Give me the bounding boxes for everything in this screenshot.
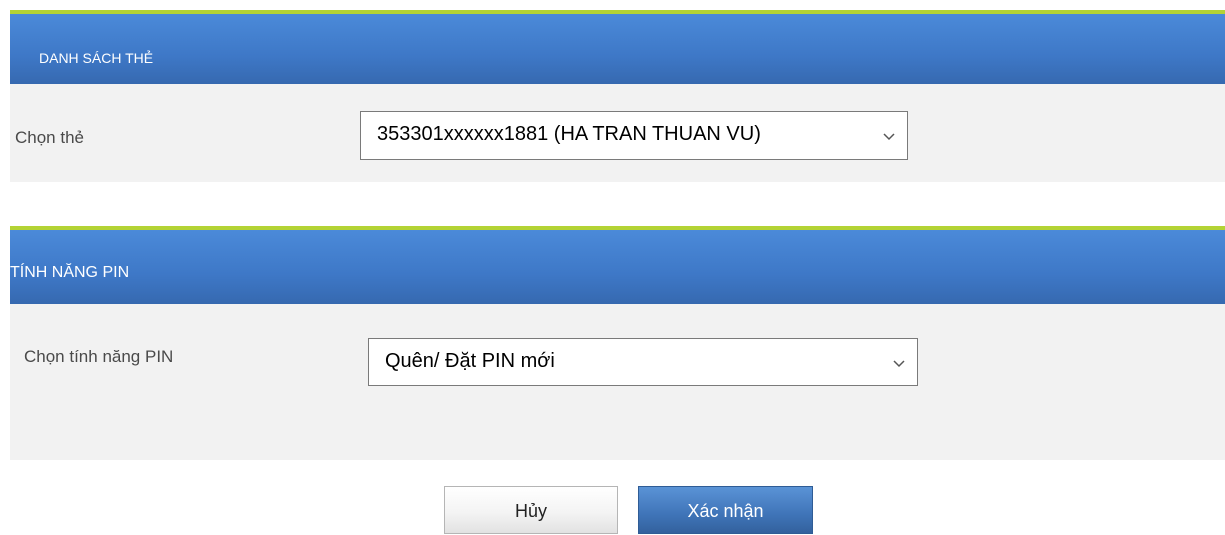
pin-feature-header: TÍNH NĂNG PIN bbox=[10, 226, 1225, 304]
card-list-body: Chọn thẻ 353301xxxxxx1881 (HA TRAN THUAN… bbox=[10, 84, 1225, 182]
pin-feature-title: TÍNH NĂNG PIN bbox=[10, 264, 130, 281]
select-card-label: Chọn thẻ bbox=[15, 128, 84, 147]
card-list-panel: DANH SÁCH THẺ Chọn thẻ 353301xxxxxx1881 … bbox=[10, 10, 1225, 182]
card-select-value: 353301xxxxxx1881 (HA TRAN THUAN VU) bbox=[377, 123, 761, 145]
chevron-down-icon bbox=[893, 360, 905, 368]
card-list-title: DANH SÁCH THẺ bbox=[39, 50, 154, 66]
pin-feature-panel: TÍNH NĂNG PIN Chọn tính năng PIN Quên/ Đ… bbox=[10, 226, 1225, 460]
card-list-header: DANH SÁCH THẺ bbox=[10, 10, 1225, 84]
card-select[interactable]: 353301xxxxxx1881 (HA TRAN THUAN VU) bbox=[360, 111, 908, 160]
confirm-button[interactable]: Xác nhận bbox=[638, 486, 813, 534]
chevron-down-icon bbox=[883, 133, 895, 141]
pin-feature-select[interactable]: Quên/ Đặt PIN mới bbox=[368, 338, 918, 386]
select-pin-feature-label: Chọn tính năng PIN bbox=[24, 347, 174, 366]
pin-feature-body: Chọn tính năng PIN Quên/ Đặt PIN mới bbox=[10, 304, 1225, 460]
pin-feature-select-value: Quên/ Đặt PIN mới bbox=[385, 350, 555, 372]
cancel-button[interactable]: Hủy bbox=[444, 486, 618, 534]
